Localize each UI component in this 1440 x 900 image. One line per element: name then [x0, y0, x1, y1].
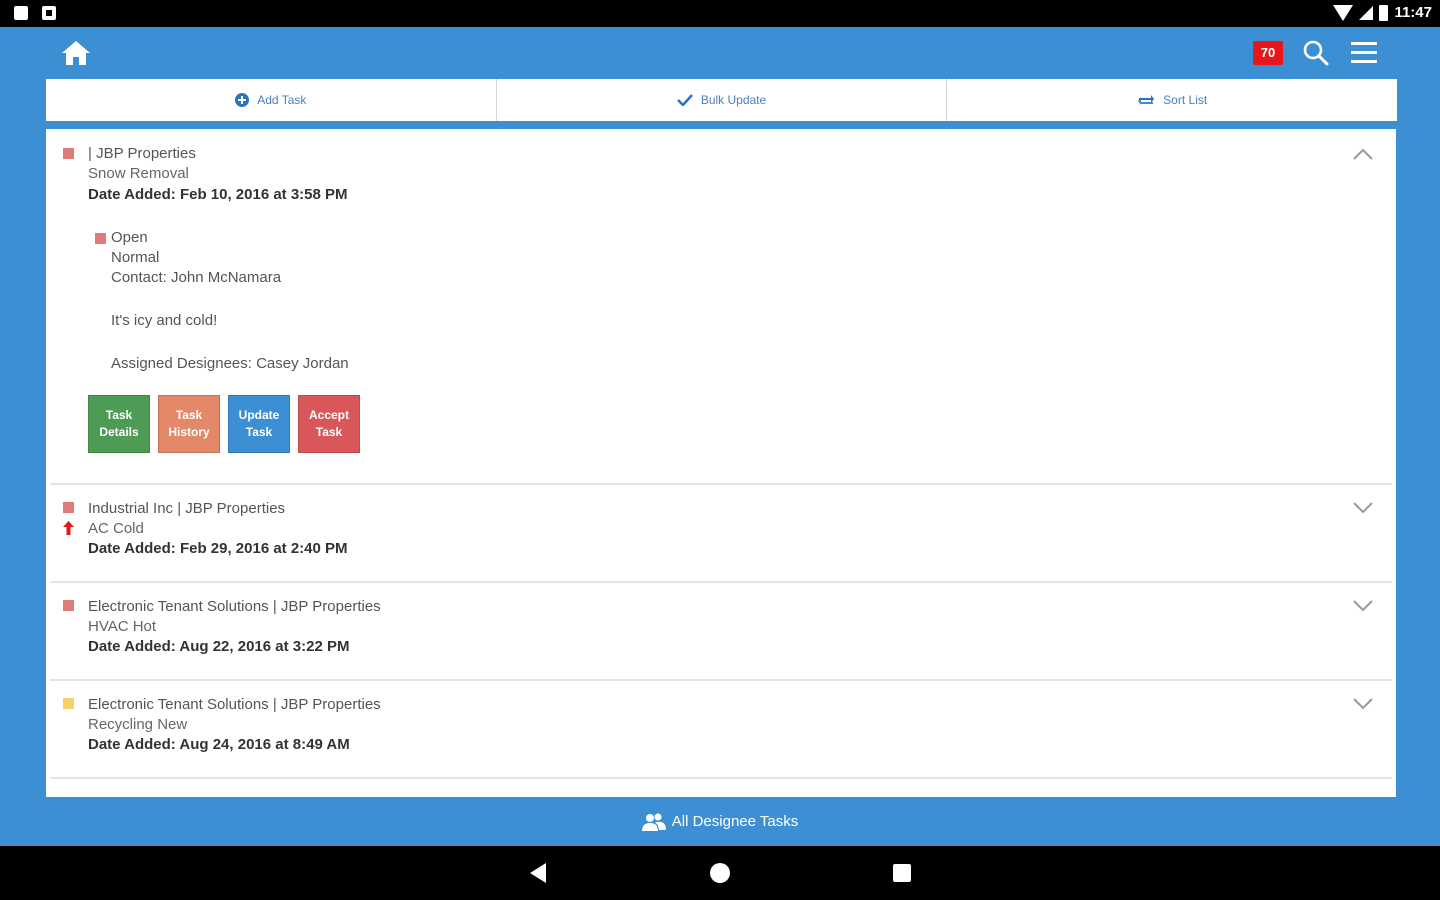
menu-button[interactable]	[1350, 40, 1378, 66]
task-subject: AC Cold	[88, 520, 144, 537]
task-list: | JBP Properties Snow Removal Date Added…	[46, 129, 1396, 797]
notification-icon	[42, 6, 56, 20]
task-item-expanded[interactable]: | JBP Properties Snow Removal Date Added…	[50, 129, 1392, 485]
priority-up-arrow-icon	[63, 521, 74, 535]
task-item[interactable]: Electronic Tenant Solutions | JBP Proper…	[50, 681, 1392, 779]
all-designee-tasks-tab[interactable]: All Designee Tasks	[0, 797, 1440, 846]
notification-badge[interactable]: 70	[1253, 41, 1283, 65]
update-task-button[interactable]: Update Task	[228, 395, 290, 453]
task-item[interactable]: Electronic Tenant Solutions | JBP Proper…	[50, 583, 1392, 681]
system-nav-bar	[0, 846, 1440, 900]
task-note: It's icy and cold!	[111, 312, 218, 329]
task-priority: Normal	[111, 249, 160, 266]
add-task-label: Add Task	[257, 93, 307, 107]
task-status: Open	[111, 229, 148, 246]
signal-icon	[1359, 5, 1374, 20]
home-icon	[62, 41, 90, 65]
status-flag	[63, 698, 74, 709]
sd-card-icon	[14, 6, 28, 20]
status-flag	[63, 502, 74, 513]
status-flag	[63, 148, 74, 159]
task-contact: Contact: John McNamara	[111, 269, 282, 286]
wifi-icon	[1333, 4, 1354, 21]
task-item[interactable]: Industrial Inc | JBP Properties AC Cold …	[50, 485, 1392, 583]
plus-circle-icon	[235, 93, 250, 107]
accept-task-button[interactable]: Accept Task	[298, 395, 360, 453]
sort-arrows-icon	[1138, 95, 1155, 105]
search-icon	[1303, 40, 1329, 66]
battery-icon	[1379, 4, 1389, 21]
hamburger-icon	[1351, 42, 1377, 63]
task-toolbar: Add Task Bulk Update Sort List	[46, 79, 1397, 125]
task-title: Electronic Tenant Solutions | JBP Proper…	[88, 598, 381, 615]
home-circle-icon[interactable]	[710, 863, 730, 883]
open-status-dot	[95, 233, 106, 244]
task-date: Date Added: Feb 29, 2016 at 2:40 PM	[88, 540, 348, 557]
checkmark-icon	[676, 94, 693, 106]
task-subject: HVAC Hot	[88, 618, 157, 635]
task-subject: Recycling New	[88, 716, 188, 733]
sort-list-label: Sort List	[1163, 93, 1208, 107]
sort-list-button[interactable]: Sort List	[947, 79, 1397, 121]
chevron-down-icon[interactable]	[1352, 501, 1374, 515]
task-actions: Task Details Task History Update Task Ac…	[88, 395, 360, 453]
task-date: Date Added: Aug 24, 2016 at 8:49 AM	[88, 736, 350, 753]
users-icon	[641, 813, 666, 831]
task-subject: Snow Removal	[88, 165, 189, 182]
status-time: 11:47	[1394, 4, 1432, 21]
task-title: | JBP Properties	[88, 145, 196, 162]
task-details-button[interactable]: Task Details	[88, 395, 150, 453]
app-bar: 70	[0, 27, 1440, 79]
chevron-down-icon[interactable]	[1352, 697, 1374, 711]
back-icon[interactable]	[530, 863, 546, 883]
status-bar: 11:47	[0, 0, 1440, 27]
bulk-update-label: Bulk Update	[700, 93, 767, 107]
status-flag	[63, 600, 74, 611]
task-title: Industrial Inc | JBP Properties	[88, 500, 286, 517]
all-designee-tasks-label: All Designee Tasks	[671, 813, 799, 830]
recent-apps-icon[interactable]	[893, 864, 911, 882]
search-button[interactable]	[1302, 39, 1330, 67]
bulk-update-button[interactable]: Bulk Update	[497, 79, 948, 121]
home-button[interactable]	[60, 39, 92, 67]
task-history-button[interactable]: Task History	[158, 395, 220, 453]
task-title: Electronic Tenant Solutions | JBP Proper…	[88, 696, 381, 713]
task-assigned: Assigned Designees: Casey Jordan	[111, 355, 349, 372]
task-date: Date Added: Aug 22, 2016 at 3:22 PM	[88, 638, 350, 655]
chevron-down-icon[interactable]	[1352, 599, 1374, 613]
task-date: Date Added: Feb 10, 2016 at 3:58 PM	[88, 186, 348, 203]
add-task-button[interactable]: Add Task	[46, 79, 497, 121]
chevron-up-icon[interactable]	[1352, 147, 1374, 161]
